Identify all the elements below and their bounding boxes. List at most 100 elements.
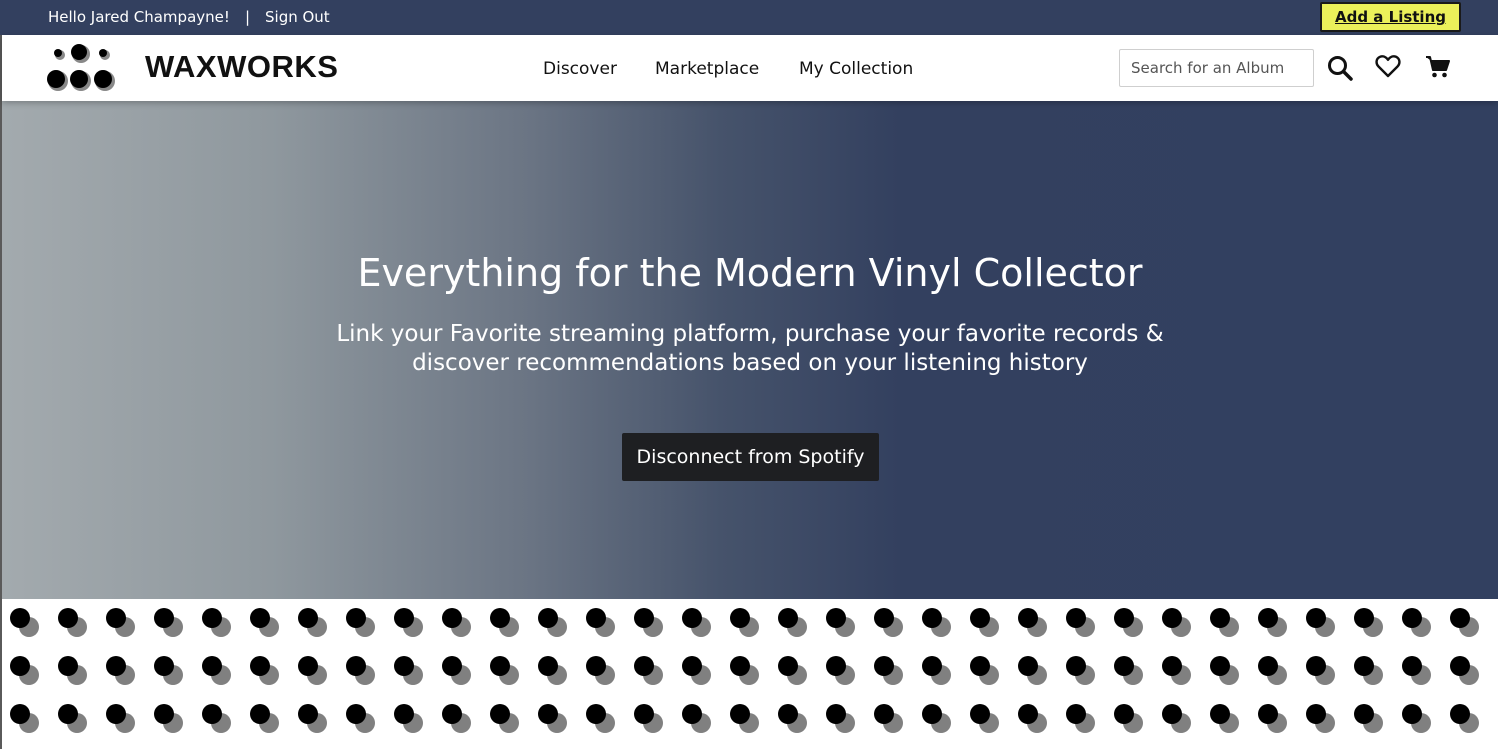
search-icon xyxy=(1328,56,1353,81)
pattern-dot xyxy=(1354,704,1374,724)
pattern-dot xyxy=(1162,704,1182,724)
brand-name[interactable]: WAXWORKS xyxy=(145,49,338,85)
pattern-dot xyxy=(490,608,510,628)
pattern-dot xyxy=(874,608,894,628)
disconnect-spotify-button[interactable]: Disconnect from Spotify xyxy=(622,433,879,481)
pattern-dot xyxy=(1066,608,1086,628)
vinyl-dot-pattern xyxy=(2,599,1498,749)
pattern-dot xyxy=(106,704,126,724)
pattern-dot xyxy=(1258,608,1278,628)
album-search-input[interactable] xyxy=(1119,49,1314,87)
topbar-separator: | xyxy=(245,8,251,26)
pattern-dot xyxy=(1354,656,1374,676)
pattern-dot xyxy=(1258,656,1278,676)
pattern-dot xyxy=(874,656,894,676)
pattern-dot xyxy=(1402,704,1422,724)
pattern-dot xyxy=(1066,656,1086,676)
pattern-dot xyxy=(154,656,174,676)
pattern-dot xyxy=(1450,608,1470,628)
pattern-dot xyxy=(682,656,702,676)
pattern-dot xyxy=(106,656,126,676)
pattern-dot xyxy=(1354,608,1374,628)
pattern-dot xyxy=(1018,704,1038,724)
pattern-dot xyxy=(58,656,78,676)
nav-my-collection[interactable]: My Collection xyxy=(799,59,913,79)
pattern-dot xyxy=(1306,704,1326,724)
pattern-dot xyxy=(250,704,270,724)
pattern-dot xyxy=(1018,656,1038,676)
pattern-dot xyxy=(778,656,798,676)
pattern-dot xyxy=(970,704,990,724)
pattern-dot xyxy=(1402,656,1422,676)
pattern-dot xyxy=(1114,704,1134,724)
pattern-dot xyxy=(922,656,942,676)
pattern-dot xyxy=(1450,704,1470,724)
pattern-dot xyxy=(490,704,510,724)
pattern-dot xyxy=(202,656,222,676)
dots-logo-icon[interactable] xyxy=(44,43,118,93)
pattern-dot xyxy=(1306,608,1326,628)
pattern-dot xyxy=(1210,704,1230,724)
pattern-dot xyxy=(1162,608,1182,628)
pattern-dot xyxy=(586,656,606,676)
top-utility-bar: Hello Jared Champayne! | Sign Out Add a … xyxy=(0,0,1498,35)
pattern-dot xyxy=(346,656,366,676)
pattern-dot xyxy=(346,608,366,628)
cart-icon xyxy=(1426,56,1450,78)
pattern-dot xyxy=(922,704,942,724)
pattern-dot xyxy=(970,608,990,628)
pattern-dot xyxy=(106,608,126,628)
pattern-dot xyxy=(634,704,654,724)
search-button[interactable] xyxy=(1325,53,1355,83)
favorites-button[interactable] xyxy=(1373,51,1403,81)
pattern-dot xyxy=(778,608,798,628)
pattern-dot xyxy=(1018,608,1038,628)
pattern-dot xyxy=(442,608,462,628)
user-greeting: Hello Jared Champayne! xyxy=(48,8,230,26)
pattern-dot xyxy=(346,704,366,724)
pattern-dot xyxy=(490,656,510,676)
nav-marketplace[interactable]: Marketplace xyxy=(655,59,759,79)
pattern-dot xyxy=(202,608,222,628)
pattern-dot xyxy=(298,608,318,628)
pattern-dot xyxy=(1114,608,1134,628)
pattern-dot xyxy=(250,656,270,676)
pattern-dot xyxy=(970,656,990,676)
pattern-dot xyxy=(154,608,174,628)
pattern-dot xyxy=(730,656,750,676)
pattern-dot xyxy=(10,656,30,676)
pattern-dot xyxy=(1114,656,1134,676)
pattern-dot xyxy=(538,704,558,724)
pattern-dot xyxy=(250,608,270,628)
pattern-dot xyxy=(394,704,414,724)
pattern-dot xyxy=(538,656,558,676)
hero-title: Everything for the Modern Vinyl Collecto… xyxy=(357,251,1143,295)
pattern-dot xyxy=(586,608,606,628)
pattern-dot xyxy=(1210,608,1230,628)
pattern-dot xyxy=(10,608,30,628)
main-header: WAXWORKS Discover Marketplace My Collect… xyxy=(2,35,1498,101)
add-listing-button[interactable]: Add a Listing xyxy=(1320,2,1461,32)
pattern-dot xyxy=(1402,608,1422,628)
pattern-dot xyxy=(826,656,846,676)
pattern-dot xyxy=(10,704,30,724)
sign-out-link[interactable]: Sign Out xyxy=(265,8,330,26)
pattern-dot xyxy=(826,704,846,724)
hero-subtitle: Link your Favorite streaming platform, p… xyxy=(336,321,1164,376)
nav-discover[interactable]: Discover xyxy=(543,59,617,79)
pattern-dot xyxy=(874,704,894,724)
pattern-dot xyxy=(1306,656,1326,676)
pattern-dot xyxy=(538,608,558,628)
hero-banner: Everything for the Modern Vinyl Collecto… xyxy=(2,101,1498,599)
pattern-dot xyxy=(58,704,78,724)
pattern-dot xyxy=(1258,704,1278,724)
pattern-dot xyxy=(634,656,654,676)
cart-button[interactable] xyxy=(1423,52,1453,82)
dot-pattern-graphic xyxy=(10,608,1479,733)
pattern-dot xyxy=(730,704,750,724)
pattern-dot xyxy=(298,704,318,724)
pattern-dot xyxy=(1450,656,1470,676)
pattern-dot xyxy=(394,608,414,628)
pattern-dot xyxy=(826,608,846,628)
pattern-dot xyxy=(1162,656,1182,676)
